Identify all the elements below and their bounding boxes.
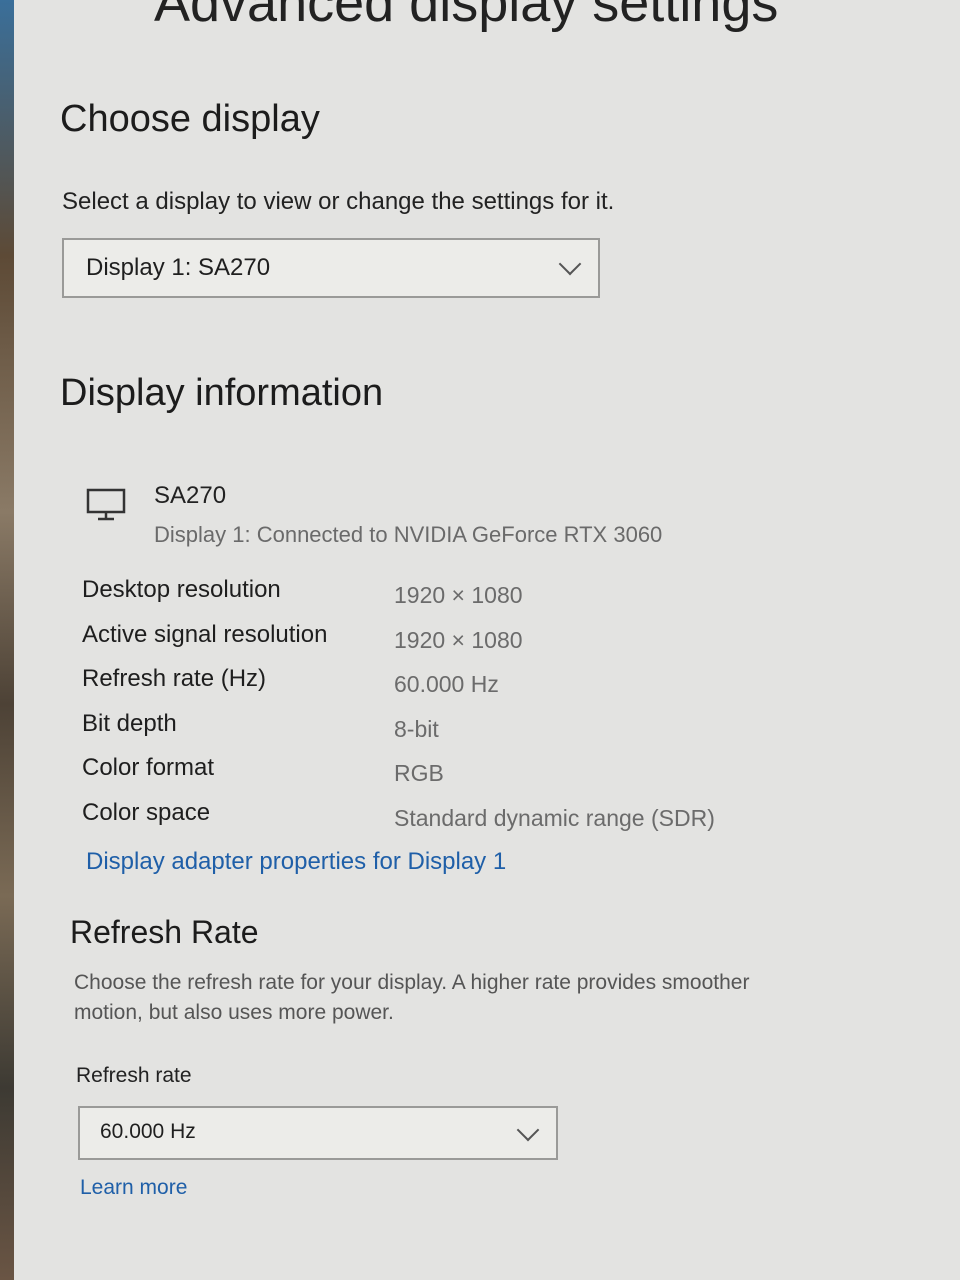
info-value: 1920 × 1080 bbox=[394, 582, 523, 608]
info-value: 1920 × 1080 bbox=[394, 626, 523, 653]
display-select-value: Display 1: SA270 bbox=[86, 254, 271, 281]
info-label: Refresh rate (Hz) bbox=[82, 665, 267, 692]
info-row-refresh-rate: Refresh rate (Hz) 60.000 Hz bbox=[82, 665, 782, 710]
info-row-desktop-resolution: Desktop resolution 1920 × 1080 bbox=[82, 576, 782, 621]
display-info-table: Desktop resolution 1920 × 1080 Active si… bbox=[82, 576, 782, 843]
chevron-down-icon bbox=[516, 1118, 540, 1142]
info-label: Bit depth bbox=[82, 709, 177, 737]
page-title: Advanced display settings bbox=[154, 0, 779, 33]
display-information-heading: Display information bbox=[60, 372, 384, 414]
info-label: Color format bbox=[82, 754, 215, 781]
choose-display-description: Select a display to view or change the s… bbox=[62, 188, 615, 215]
choose-display-heading: Choose display bbox=[60, 98, 320, 140]
info-row-bit-depth: Bit depth 8-bit bbox=[82, 710, 782, 755]
settings-window: Advanced display settings Choose display… bbox=[14, 0, 960, 1280]
refresh-rate-value: 60.000 Hz bbox=[100, 1120, 196, 1143]
refresh-rate-description: Choose the refresh rate for your display… bbox=[74, 971, 750, 1024]
info-label: Color space bbox=[82, 798, 211, 826]
monitor-connection-info: Display 1: Connected to NVIDIA GeForce R… bbox=[154, 522, 663, 547]
info-value: 60.000 Hz bbox=[394, 671, 499, 697]
monitor-icon bbox=[86, 488, 126, 521]
info-value: Standard dynamic range (SDR) bbox=[394, 804, 715, 831]
info-row-color-space: Color space Standard dynamic range (SDR) bbox=[82, 799, 782, 844]
refresh-rate-field-label: Refresh rate bbox=[76, 1064, 192, 1087]
refresh-rate-dropdown[interactable]: 60.000 Hz bbox=[78, 1106, 558, 1160]
back-icon[interactable] bbox=[72, 0, 94, 7]
display-adapter-properties-link[interactable]: Display adapter properties for Display 1 bbox=[86, 848, 506, 876]
info-row-active-signal-resolution: Active signal resolution 1920 × 1080 bbox=[82, 621, 782, 666]
refresh-rate-heading: Refresh Rate bbox=[70, 914, 259, 950]
info-label: Active signal resolution bbox=[82, 620, 328, 648]
info-value: RGB bbox=[394, 760, 444, 786]
info-label: Desktop resolution bbox=[82, 576, 281, 603]
display-select-dropdown[interactable]: Display 1: SA270 bbox=[62, 238, 600, 298]
info-row-color-format: Color format RGB bbox=[82, 754, 782, 799]
chevron-down-icon bbox=[558, 252, 582, 276]
monitor-name: SA270 bbox=[154, 482, 227, 509]
learn-more-link[interactable]: Learn more bbox=[80, 1176, 187, 1200]
info-value: 8-bit bbox=[394, 715, 439, 742]
